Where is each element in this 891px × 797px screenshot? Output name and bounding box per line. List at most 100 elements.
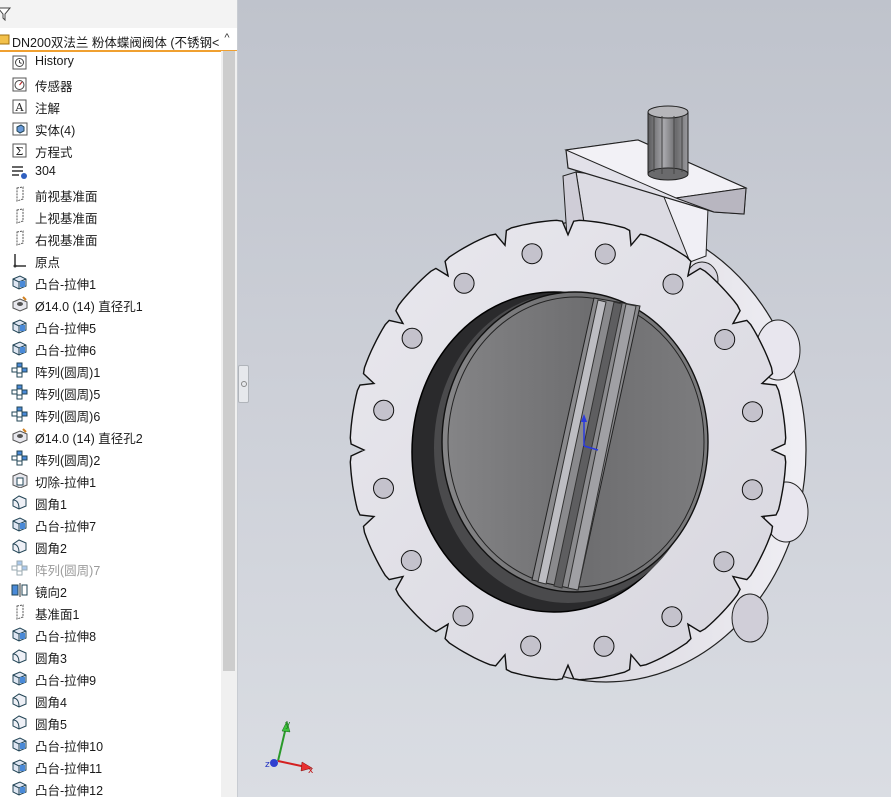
tree-item[interactable]: 凸台-拉伸9 xyxy=(0,667,221,689)
cut-extrude-icon xyxy=(12,472,28,488)
annotation-icon: A xyxy=(12,99,27,114)
tree-item[interactable]: 切除-拉伸1 xyxy=(0,469,221,491)
circular-pattern-icon xyxy=(11,362,28,378)
tree-item[interactable]: 凸台-拉伸6 xyxy=(0,337,221,359)
tree-item[interactable]: History xyxy=(0,51,221,73)
bolt-hole xyxy=(400,550,422,571)
tree-item-label: 凸台-拉伸10 xyxy=(35,740,104,754)
origin-icon xyxy=(13,254,26,268)
tree-item[interactable]: Ø14.0 (14) 直径孔1 xyxy=(0,293,221,315)
tree-item[interactable]: 前视基准面 xyxy=(0,183,221,205)
tree-item[interactable]: 圆角4 xyxy=(0,689,221,711)
sensor-icon xyxy=(12,77,27,92)
bolt-hole xyxy=(713,551,735,573)
tree-item-label: 凸台-拉伸5 xyxy=(35,322,97,336)
mirror-icon xyxy=(11,583,28,597)
fillet-icon xyxy=(12,539,27,554)
tree-item[interactable]: 304 xyxy=(0,161,221,183)
tree-item[interactable]: 阵列(圆周)6 xyxy=(0,403,221,425)
tree-item[interactable]: 原点 xyxy=(0,249,221,271)
bolt-hole xyxy=(594,243,616,265)
tree-item-label: 阵列(圆周)7 xyxy=(35,564,101,578)
tree-item-label: 阵列(圆周)2 xyxy=(35,454,101,468)
tree-item-label: 圆角1 xyxy=(35,498,67,512)
tree-item[interactable]: 凸台-拉伸11 xyxy=(0,755,221,777)
tree-item-label: 圆角3 xyxy=(35,652,67,666)
tree-item-label: 实体(4) xyxy=(35,124,76,138)
tree-item[interactable]: 凸台-拉伸7 xyxy=(0,513,221,535)
tree-item-label: History xyxy=(35,54,74,68)
tree-item-label: 凸台-拉伸6 xyxy=(35,344,97,358)
tree-item-label: 凸台-拉伸9 xyxy=(35,674,97,688)
tree-item-label: 方程式 xyxy=(35,146,73,160)
bolt-hole xyxy=(520,635,542,657)
boss-extrude-icon xyxy=(12,781,27,796)
tree-item-label: 圆角2 xyxy=(35,542,67,556)
tree-item-label: 凸台-拉伸11 xyxy=(35,762,103,776)
filter-bar xyxy=(0,0,237,29)
boss-extrude-icon xyxy=(12,759,27,774)
svg-text:A: A xyxy=(15,101,25,114)
material-icon xyxy=(12,166,27,179)
tree-item-label: 原点 xyxy=(35,256,61,270)
tree-scrollbar[interactable] xyxy=(221,51,237,797)
tree-item[interactable]: 凸台-拉伸5 xyxy=(0,315,221,337)
tree-item[interactable]: 阵列(圆周)5 xyxy=(0,381,221,403)
tree-item[interactable]: 阵列(圆周)2 xyxy=(0,447,221,469)
plane-icon xyxy=(16,208,24,224)
tree-item[interactable]: 圆角3 xyxy=(0,645,221,667)
bolt-hole xyxy=(401,327,423,349)
tree-item[interactable]: Σ 方程式 xyxy=(0,139,221,161)
boss-extrude-icon xyxy=(12,671,27,686)
fillet-icon xyxy=(12,693,27,708)
tree-item-label: 基准面1 xyxy=(35,608,80,622)
orientation-triad: y x z xyxy=(265,720,314,776)
scrollbar-thumb[interactable] xyxy=(223,51,235,671)
boss-extrude-icon xyxy=(12,275,27,290)
boss-extrude-icon xyxy=(12,517,27,532)
part-name: DN200双法兰 粉体蝶阀阀体 (不锈钢< xyxy=(12,36,220,50)
tree-item-label: 圆角5 xyxy=(35,718,67,732)
tree-item[interactable]: 凸台-拉伸1 xyxy=(0,271,221,293)
tree-item[interactable]: 阵列(圆周)1 xyxy=(0,359,221,381)
tree-item[interactable]: 凸台-拉伸12 xyxy=(0,777,221,797)
tree-item[interactable]: 基准面1 xyxy=(0,601,221,623)
tree-item[interactable]: 镜向2 xyxy=(0,579,221,601)
tree-item-label: 前视基准面 xyxy=(35,190,98,204)
tree-item[interactable]: 凸台-拉伸8 xyxy=(0,623,221,645)
tree-item-label: 右视基准面 xyxy=(35,234,98,248)
tree-item[interactable]: 凸台-拉伸10 xyxy=(0,733,221,755)
tree-item-label: Ø14.0 (14) 直径孔2 xyxy=(35,432,143,446)
bolt-hole xyxy=(741,479,763,501)
bolt-hole xyxy=(453,272,475,294)
collapse-tree-button[interactable]: ^ xyxy=(220,31,234,45)
part-root-node[interactable]: DN200双法兰 粉体蝶阀阀体 (不锈钢< ^ xyxy=(0,28,237,52)
tree-item-label: 切除-拉伸1 xyxy=(35,476,97,490)
tree-item[interactable]: 传感器 xyxy=(0,73,221,95)
bolt-hole xyxy=(661,606,683,628)
tree-item[interactable]: 实体(4) xyxy=(0,117,221,139)
tree-item-label: 阵列(圆周)1 xyxy=(35,366,101,380)
tree-item-label: 304 xyxy=(35,164,56,178)
tree-item-label: 凸台-拉伸1 xyxy=(35,278,97,292)
hole-wizard-icon xyxy=(12,428,28,444)
tree-item[interactable]: 阵列(圆周)7 xyxy=(0,557,221,579)
tree-item[interactable]: 右视基准面 xyxy=(0,227,221,249)
tree-item[interactable]: 圆角1 xyxy=(0,491,221,513)
butterfly-valve-model[interactable] xyxy=(238,0,891,797)
tree-item[interactable]: Ø14.0 (14) 直径孔2 xyxy=(0,425,221,447)
plane-icon xyxy=(16,230,24,246)
triad-y-label: y xyxy=(285,720,291,730)
triad-x-label: x xyxy=(308,766,314,776)
tree-item[interactable]: 圆角5 xyxy=(0,711,221,733)
circular-pattern-icon xyxy=(11,384,28,400)
tree-item[interactable]: 圆角2 xyxy=(0,535,221,557)
hole-wizard-icon xyxy=(12,296,28,312)
tree-item-label: 上视基准面 xyxy=(35,212,98,226)
circular-pattern-icon xyxy=(11,450,28,466)
tree-item[interactable]: 上视基准面 xyxy=(0,205,221,227)
filter-icon[interactable] xyxy=(0,7,14,21)
feature-manager-panel: DN200双法兰 粉体蝶阀阀体 (不锈钢< ^ History 传感器 A 注解实体(… xyxy=(0,0,238,797)
tree-item[interactable]: A 注解 xyxy=(0,95,221,117)
triad-z-label: z xyxy=(265,760,270,770)
